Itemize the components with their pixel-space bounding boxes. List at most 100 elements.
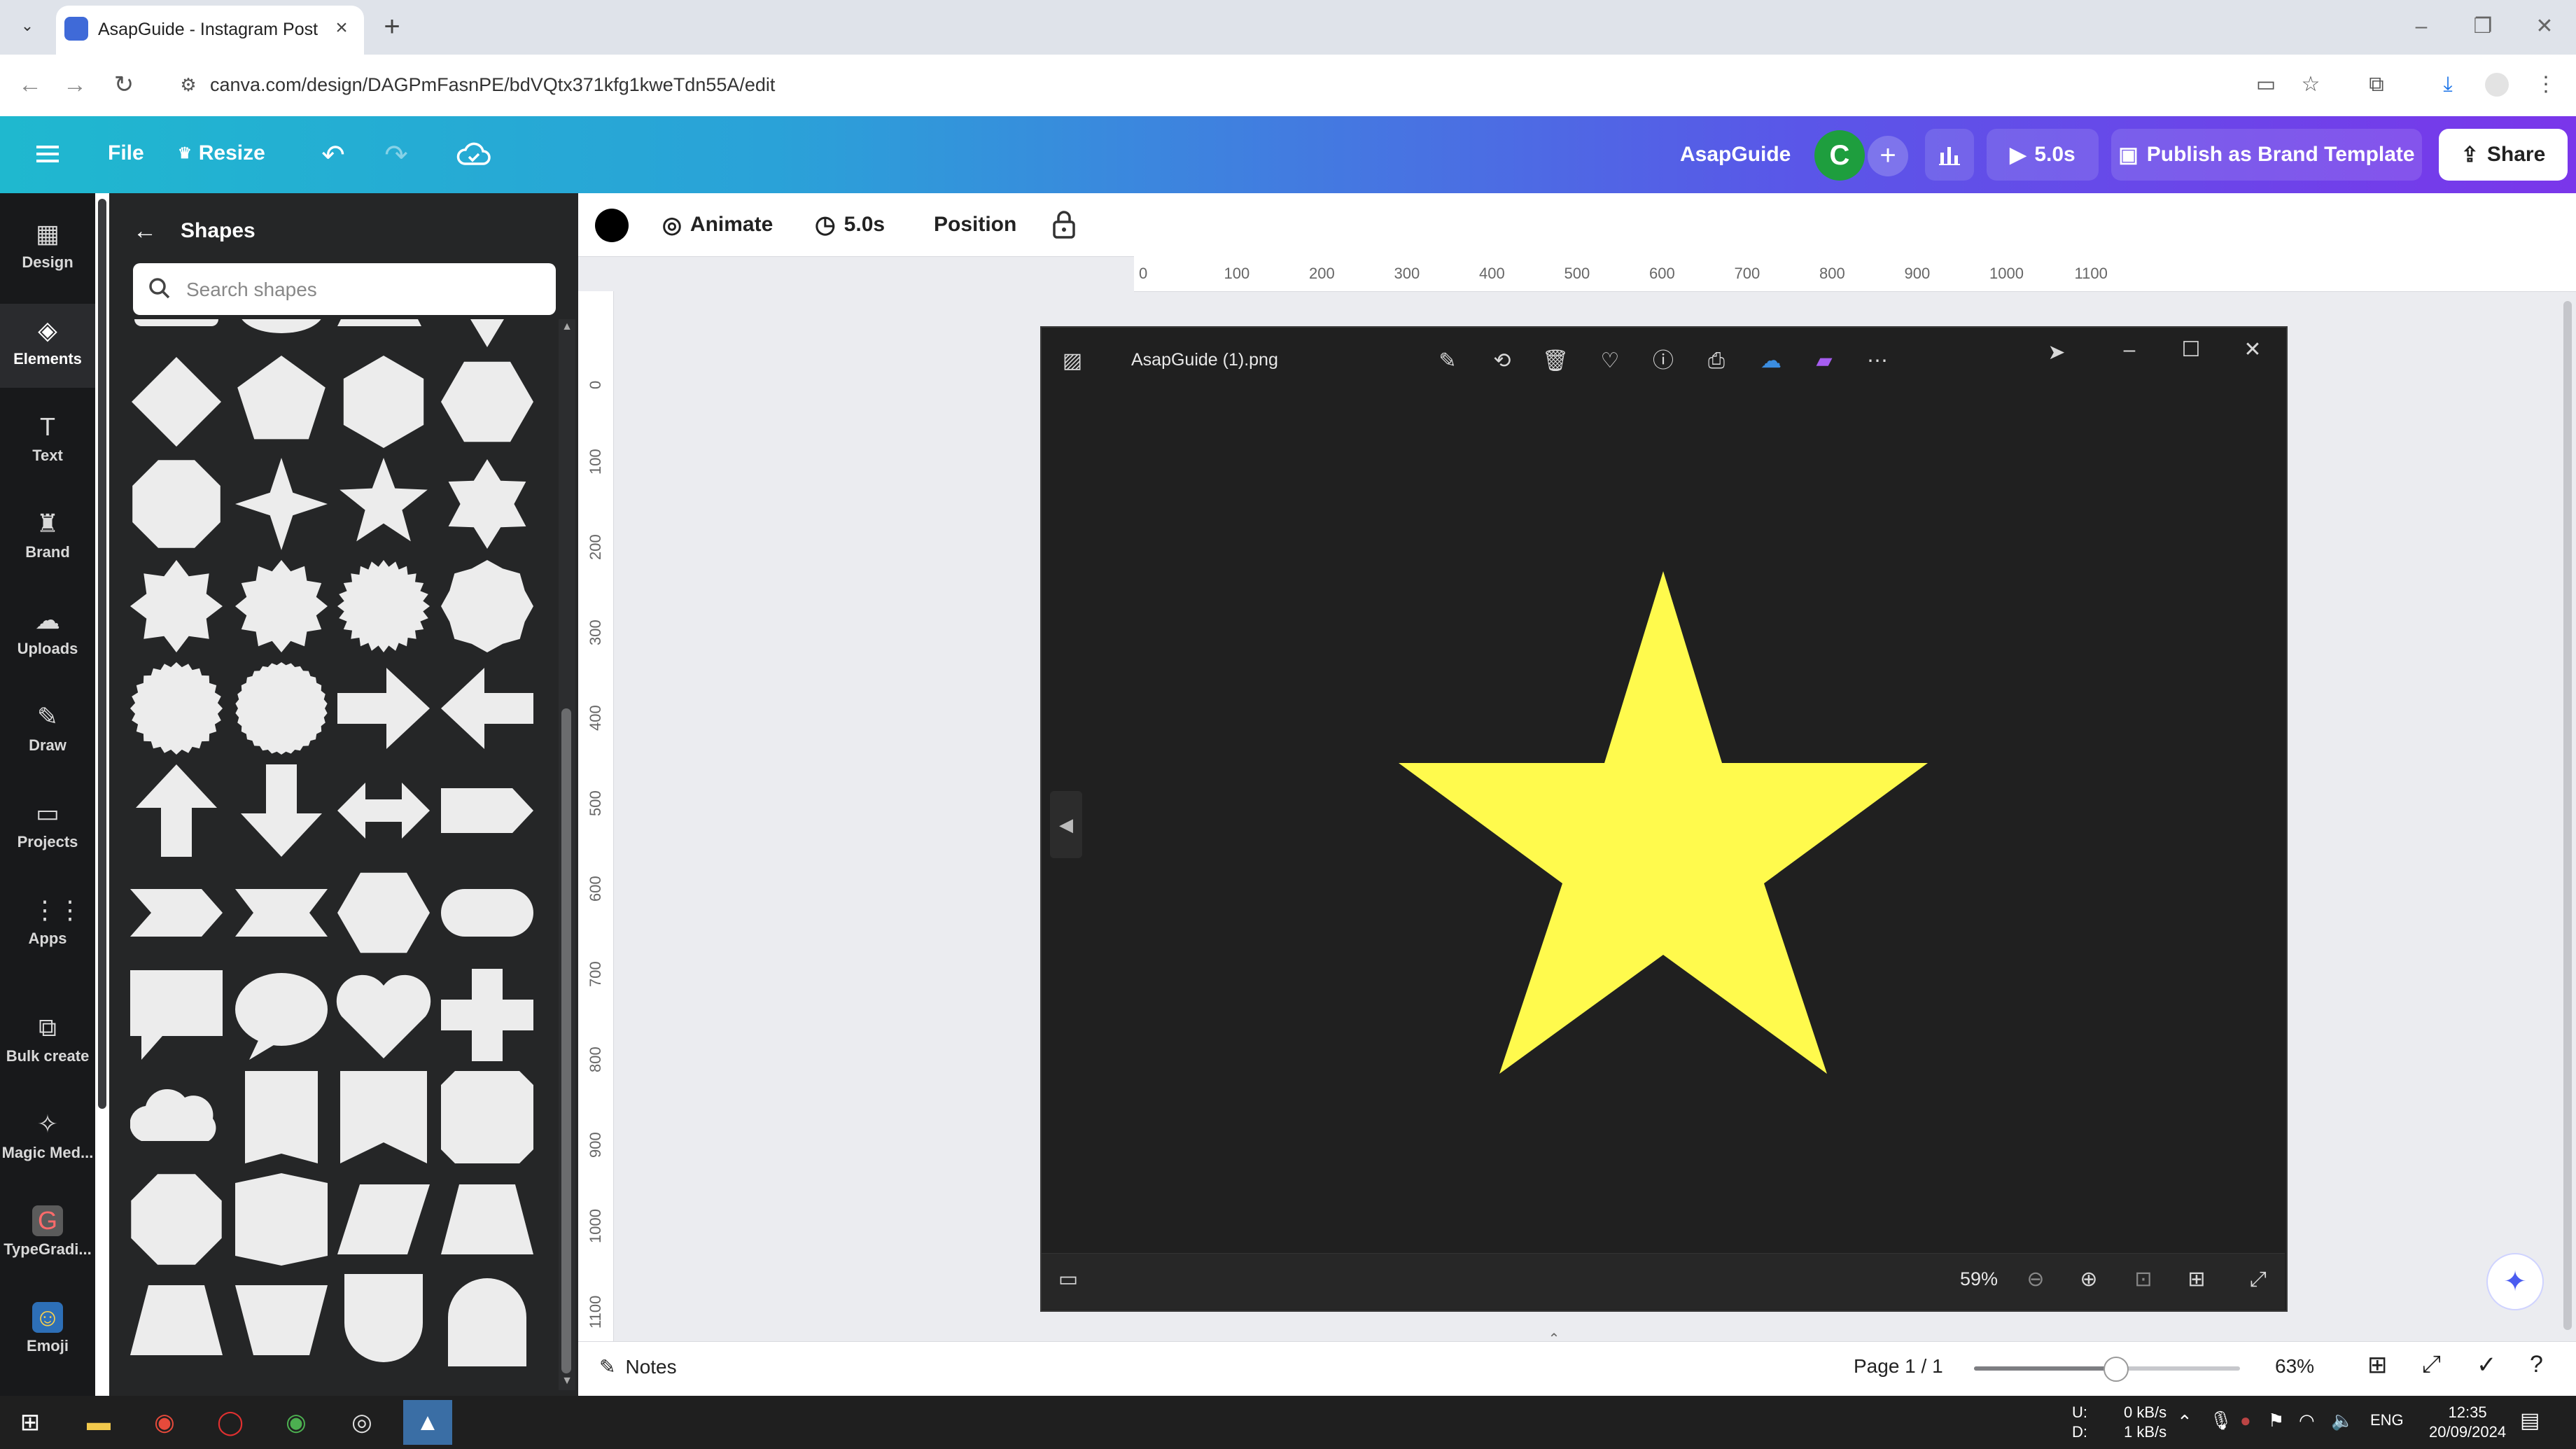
position-button[interactable]: Position <box>934 207 1016 242</box>
magic-assistant-icon[interactable]: ✦ <box>2486 1253 2544 1310</box>
rail-item-elements[interactable]: ◈ Elements <box>0 304 95 388</box>
heart-shape[interactable] <box>336 974 431 1058</box>
new-tab-button[interactable]: + <box>378 10 406 43</box>
six-point-star-shape[interactable] <box>448 459 526 549</box>
pill-shape[interactable] <box>441 889 533 937</box>
viewer-maximize-icon[interactable]: ☐ <box>2176 335 2206 365</box>
main-menu-icon[interactable] <box>32 139 63 169</box>
hexagon-horizontal-shape[interactable] <box>441 361 533 442</box>
chevron-shape[interactable] <box>130 889 223 937</box>
octagon-2-shape[interactable] <box>131 1174 222 1265</box>
color-swatch[interactable] <box>595 209 629 242</box>
help-icon[interactable]: ? <box>2530 1351 2543 1378</box>
show-pages-chevron-icon[interactable]: ⌃ <box>1526 1330 1582 1347</box>
inverted-triangle-shape[interactable] <box>462 319 512 347</box>
tab-search-icon[interactable]: ⌄ <box>15 14 39 38</box>
file-menu[interactable]: File <box>108 141 144 165</box>
site-info-icon[interactable]: ⚙ <box>176 73 200 97</box>
double-arrow-shape[interactable] <box>337 783 430 839</box>
animate-button[interactable]: ◎ Animate <box>662 207 773 242</box>
filmstrip-icon[interactable]: ▭ <box>1053 1264 1084 1295</box>
opera-icon[interactable]: ◯ <box>206 1400 255 1445</box>
banner-shape[interactable] <box>245 1071 318 1163</box>
previous-image-button[interactable]: ◀ <box>1050 791 1082 858</box>
avatar[interactable]: C <box>1814 130 1865 181</box>
speech-bubble-round-shape[interactable] <box>235 973 328 1046</box>
windows-start-icon[interactable]: ⊞ <box>6 1400 55 1445</box>
triangle-shape[interactable] <box>337 319 421 326</box>
notes-button[interactable]: ✎ Notes <box>599 1355 677 1378</box>
obs-icon[interactable]: ◎ <box>337 1400 386 1445</box>
scroll-up-icon[interactable]: ▲ <box>560 321 574 335</box>
address-bar[interactable]: ⚙ canva.com/design/DAGPmFasnPE/bdVQtx371… <box>168 64 2338 105</box>
tray-app-icon[interactable]: ⚑ <box>2268 1410 2284 1432</box>
duration-button[interactable]: ◷ 5.0s <box>815 207 885 242</box>
cloud-shape[interactable] <box>130 1089 216 1141</box>
grid-view-icon[interactable]: ⊞ <box>2367 1351 2388 1379</box>
rail-item-apps[interactable]: ⋮⋮ Apps <box>0 883 95 967</box>
ribbon-shape[interactable] <box>235 889 328 937</box>
lock-icon[interactable] <box>1050 207 1081 242</box>
canvas-scrollbar[interactable] <box>2563 301 2572 1330</box>
zoom-percentage[interactable]: 63% <box>2275 1355 2314 1378</box>
present-button[interactable]: ▶ 5.0s <box>1987 129 2099 181</box>
down-arrow-shape[interactable] <box>241 764 322 857</box>
pentagon-arrow-shape[interactable] <box>441 788 533 833</box>
browser-menu-icon[interactable]: ⋮ <box>2530 69 2562 101</box>
download-icon[interactable]: ⤓ <box>2432 69 2464 101</box>
wifi-icon[interactable]: ◠ <box>2299 1410 2315 1432</box>
bookmark-shape[interactable] <box>340 1071 427 1163</box>
info-icon[interactable]: ⓘ <box>1648 346 1679 377</box>
seal-burst-shape[interactable] <box>337 560 430 652</box>
pentagon-shape[interactable] <box>237 356 326 440</box>
up-arrow-shape[interactable] <box>136 764 217 857</box>
rail-item-magic-med[interactable]: ✧ Magic Med... <box>0 1098 95 1182</box>
cross-shape[interactable] <box>441 969 533 1061</box>
viewer-minimize-icon[interactable]: – <box>2114 335 2145 365</box>
circle-shape[interactable] <box>239 319 323 333</box>
diamond-shape[interactable] <box>132 357 221 447</box>
page-indicator[interactable]: Page 1 / 1 <box>1854 1355 1943 1378</box>
right-arrow-shape[interactable] <box>337 668 430 749</box>
volume-icon[interactable]: 🔈 <box>2331 1410 2353 1432</box>
panel-scroll-thumb[interactable] <box>561 708 571 1373</box>
inverted-trapezoid-shape[interactable] <box>235 1285 328 1355</box>
rail-scrollbar[interactable] <box>98 199 106 1109</box>
rail-item-text[interactable]: T Text <box>0 400 95 484</box>
share-button[interactable]: ⇪ Share <box>2439 129 2568 181</box>
rail-item-typegradi[interactable]: G TypeGradi... <box>0 1194 95 1278</box>
invite-button[interactable]: + <box>1868 136 1908 176</box>
rail-item-uploads[interactable]: ☁ Uploads <box>0 594 95 678</box>
close-tab-icon[interactable]: × <box>329 15 354 41</box>
more-options-icon[interactable]: ⋯ <box>1862 346 1893 377</box>
check-circle-icon[interactable]: ✓ <box>2477 1351 2497 1379</box>
left-arrow-shape[interactable] <box>441 668 533 749</box>
rail-item-draw[interactable]: ✎ Draw <box>0 690 95 774</box>
scalloped-circle-2-shape[interactable] <box>235 662 328 755</box>
publish-brand-template-button[interactable]: ▣ Publish as Brand Template <box>2111 129 2422 181</box>
clipchamp-icon[interactable]: ▰ <box>1809 346 1840 377</box>
scroll-down-icon[interactable]: ▼ <box>560 1375 574 1389</box>
flat-hexagon-shape[interactable] <box>337 872 430 953</box>
rail-item-bulk-create[interactable]: ⧉ Bulk create <box>0 1001 95 1085</box>
zoom-out-icon[interactable]: ⊖ <box>2020 1264 2051 1295</box>
curved-rect-shape[interactable] <box>235 1173 328 1266</box>
file-explorer-icon[interactable]: ▬ <box>74 1400 123 1445</box>
team-name[interactable]: AsapGuide <box>1680 143 1791 167</box>
trapezoid-shape[interactable] <box>441 1184 533 1254</box>
chrome-profile-icon[interactable]: ◉ <box>272 1400 321 1445</box>
cloud-saved-icon[interactable] <box>454 136 493 175</box>
rotate-icon[interactable]: ⟲ <box>1487 346 1518 377</box>
rail-item-brand[interactable]: ♜ Brand <box>0 497 95 581</box>
scalloped-circle-shape[interactable] <box>130 662 223 755</box>
zoom-slider-handle[interactable] <box>2104 1357 2129 1382</box>
close-window-icon[interactable]: ✕ <box>2520 10 2569 43</box>
rail-item-emoji[interactable]: ☺ Emoji <box>0 1291 95 1375</box>
undo-icon[interactable]: ↶ <box>314 136 353 175</box>
octagon-star-shape[interactable] <box>441 560 533 652</box>
photos-app-icon[interactable]: ▲ <box>403 1400 452 1445</box>
onedrive-icon[interactable]: ☁ <box>1756 346 1786 377</box>
arch-shape[interactable] <box>448 1278 526 1366</box>
edit-image-icon[interactable]: ✎ <box>1432 346 1463 377</box>
forward-icon[interactable]: → <box>59 69 91 101</box>
